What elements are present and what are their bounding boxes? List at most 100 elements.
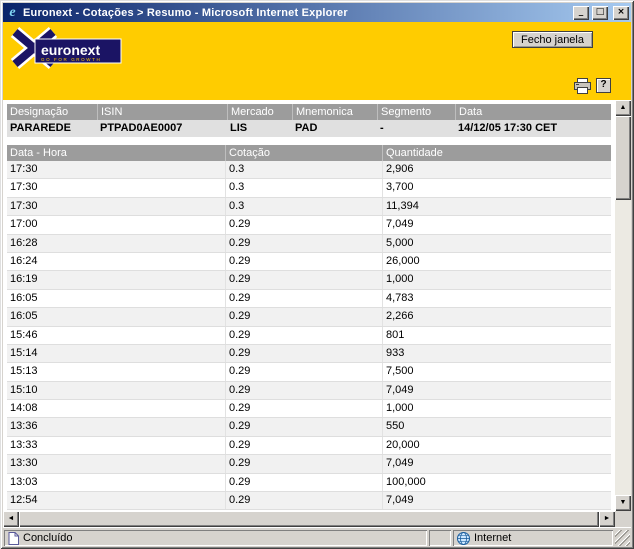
minimize-button[interactable]: _	[573, 5, 589, 20]
summary-header-cell: ISIN	[97, 104, 227, 120]
quote-price: 0.29	[225, 436, 382, 455]
quote-quantity: 7,049	[382, 492, 611, 510]
quote-row: 12:54 0.29 7,049	[7, 492, 611, 511]
quote-row: 16:19 0.29 1,000	[7, 271, 611, 290]
quote-time: 16:28	[10, 236, 38, 249]
quote-time: 16:05	[10, 291, 38, 304]
quotes-header-cell: Cotação	[225, 145, 382, 161]
quote-price: 0.3	[225, 197, 382, 216]
summary-header-cell: Mercado	[227, 104, 292, 120]
quote-price: 0.29	[225, 473, 382, 492]
quote-row: 15:46 0.29 801	[7, 326, 611, 345]
quote-quantity: 20,000	[382, 436, 611, 455]
quote-row: 16:28 0.29 5,000	[7, 234, 611, 253]
quotes-rows: 17:30 0.3 2,906 17:30 0.3 3,700 17:30 0.3 11,394…	[7, 161, 611, 511]
ie-icon: e	[9, 5, 16, 20]
summary-data-cell: PARAREDE	[7, 120, 97, 137]
quote-quantity: 5,000	[382, 234, 611, 252]
horizontal-scroll-track[interactable]	[19, 511, 599, 527]
summary-header-row: Designação ISIN Mercado Mnemonica Segmento Da…	[7, 104, 611, 120]
quote-price: 0.29	[225, 326, 382, 344]
quote-row: 13:33 0.29 20,000	[7, 436, 611, 456]
quotes-header-row: Data - Hora Cotação Quantidade	[7, 145, 611, 161]
quote-time: 13:36	[10, 420, 38, 433]
quote-price: 0.29	[225, 216, 382, 234]
quote-row: 17:00 0.29 7,049	[7, 216, 611, 235]
quote-quantity: 2,266	[382, 308, 611, 326]
page: Designação ISIN Mercado Mnemonica Segmento Da…	[3, 100, 615, 511]
resize-grip[interactable]	[615, 530, 630, 546]
quote-price: 0.29	[225, 400, 382, 418]
summary-header-cell: Data	[455, 104, 611, 120]
summary-data-cell: 14/12/05 17:30 CET	[455, 120, 611, 137]
quote-row: 15:13 0.29 7,500	[7, 363, 611, 382]
quote-time: 15:14	[10, 346, 38, 359]
horizontal-scrollbar[interactable]: ◄ ►	[3, 511, 615, 527]
quote-price: 0.29	[225, 418, 382, 436]
quote-quantity: 550	[382, 418, 611, 436]
quote-row: 13:03 0.29 100,000	[7, 473, 611, 493]
help-icon[interactable]: ?	[596, 78, 611, 93]
quote-quantity: 26,000	[382, 252, 611, 271]
quote-row: 13:36 0.29 550	[7, 418, 611, 437]
quote-time: 15:10	[10, 383, 38, 396]
title-bar[interactable]: e Euronext - Cotações > Resumo - Microso…	[3, 3, 631, 22]
quote-time: 14:08	[10, 402, 38, 415]
summary-header-cell: Designação	[7, 104, 97, 120]
quotes-header-cell: Data - Hora	[7, 145, 225, 161]
scroll-right-icon[interactable]: ►	[599, 511, 615, 527]
window-title: Euronext - Cotações > Resumo - Microsoft…	[23, 6, 348, 19]
globe-icon	[457, 531, 470, 545]
content-area: Designação ISIN Mercado Mnemonica Segmento Da…	[3, 100, 631, 527]
print-icon[interactable]	[574, 78, 591, 94]
document-icon	[8, 531, 19, 545]
quote-quantity: 4,783	[382, 289, 611, 308]
euronext-logo: euronext GO FOR GROWTH	[10, 27, 122, 69]
scroll-left-icon[interactable]: ◄	[3, 511, 19, 527]
vertical-scrollbar[interactable]: ▲ ▼	[615, 100, 631, 511]
quote-price: 0.29	[225, 455, 382, 473]
logo-text: euronext	[41, 42, 100, 58]
status-text: Concluído	[23, 532, 73, 544]
fecho-janela-button[interactable]: Fecho janela	[512, 31, 593, 48]
vertical-scroll-thumb[interactable]	[615, 116, 631, 200]
quote-row: 15:14 0.29 933	[7, 344, 611, 364]
quote-row: 14:08 0.29 1,000	[7, 400, 611, 419]
quote-quantity: 100,000	[382, 473, 611, 492]
scroll-down-icon[interactable]: ▼	[615, 495, 631, 511]
quote-time: 15:46	[10, 328, 38, 341]
quote-price: 0.3	[225, 179, 382, 197]
quote-quantity: 7,049	[382, 381, 611, 400]
scroll-up-icon[interactable]: ▲	[615, 100, 631, 116]
quote-time: 12:54	[10, 494, 38, 507]
quote-time: 17:00	[10, 218, 38, 231]
quote-price: 0.29	[225, 289, 382, 308]
quote-price: 0.29	[225, 234, 382, 252]
quote-price: 0.29	[225, 492, 382, 510]
quote-row: 16:05 0.29 4,783	[7, 289, 611, 309]
banner: euronext GO FOR GROWTH Fecho janela ?	[3, 22, 631, 100]
quote-price: 0.29	[225, 363, 382, 381]
quote-row: 17:30 0.3 3,700	[7, 179, 611, 198]
quote-quantity: 11,394	[382, 197, 611, 216]
horizontal-scroll-thumb[interactable]	[19, 511, 599, 527]
summary-data-cell: PTPAD0AE0007	[97, 120, 227, 137]
table-gap	[7, 137, 611, 145]
quote-quantity: 7,500	[382, 363, 611, 381]
status-mid-panel	[429, 530, 451, 546]
quote-quantity: 3,700	[382, 179, 611, 197]
close-button[interactable]: ×	[613, 5, 629, 20]
quote-time: 13:33	[10, 438, 38, 451]
quote-time: 16:24	[10, 254, 38, 267]
quote-price: 0.29	[225, 381, 382, 400]
quote-time: 16:19	[10, 273, 38, 286]
quote-row: 17:30 0.3 2,906	[7, 161, 611, 180]
quote-quantity: 1,000	[382, 400, 611, 418]
quote-row: 16:05 0.29 2,266	[7, 308, 611, 327]
quote-quantity: 2,906	[382, 161, 611, 179]
quote-time: 17:30	[10, 199, 38, 212]
summary-data-cell: LIS	[227, 120, 292, 137]
maximize-button[interactable]: □	[592, 5, 608, 20]
quote-price: 0.29	[225, 344, 382, 363]
quote-quantity: 933	[382, 344, 611, 363]
